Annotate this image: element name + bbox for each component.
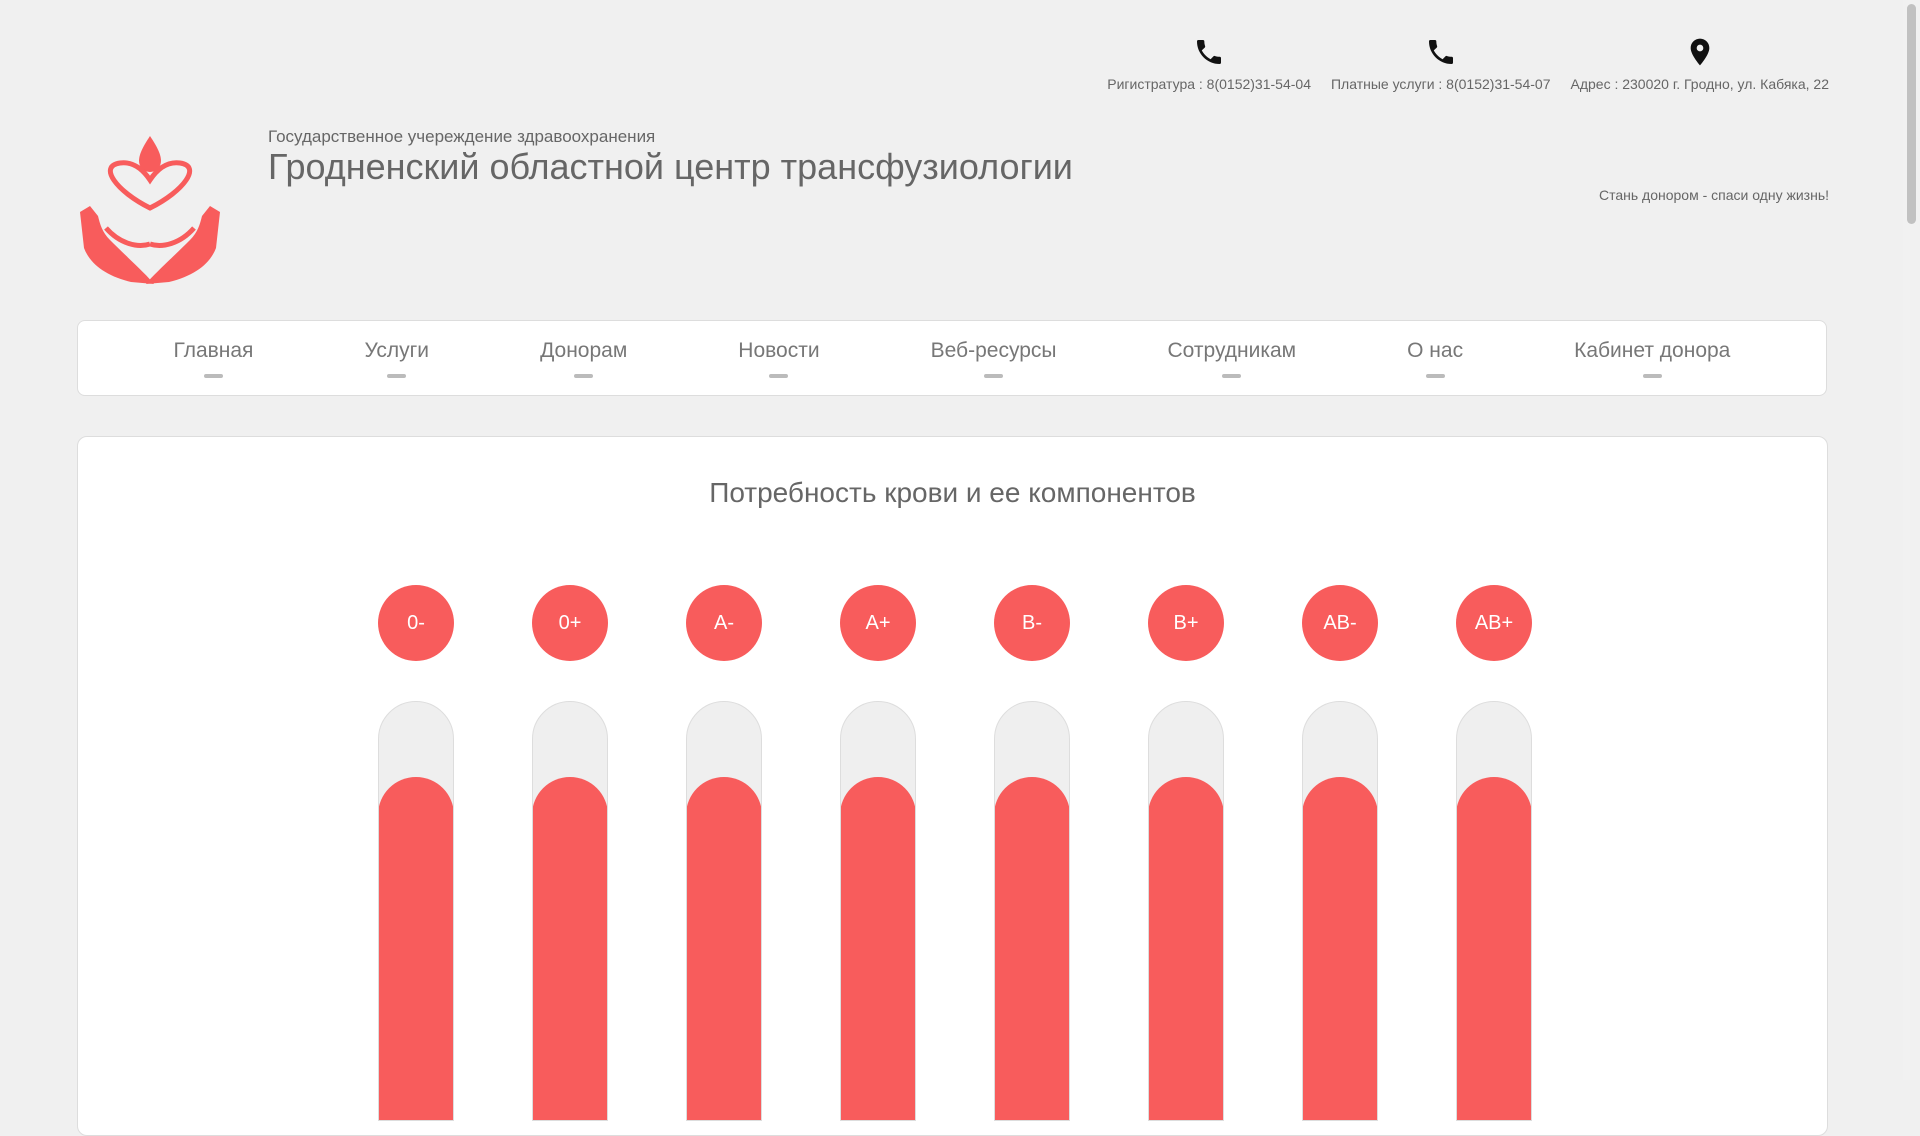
nav-item-label: Кабинет донора xyxy=(1574,338,1731,362)
contact-bar: Ригистратура : 8(0152)31-54-04 Платные у… xyxy=(1107,36,1829,92)
blood-need-title: Потребность крови и ее компонентов xyxy=(709,477,1196,508)
nav-item-label: Веб-ресурсы xyxy=(930,338,1057,362)
blood-level-tube xyxy=(532,701,608,1121)
nav-indicator xyxy=(574,373,594,378)
nav-item-label: О нас xyxy=(1407,338,1464,362)
nav-item-home[interactable]: Главная xyxy=(173,338,254,378)
nav-item-donor-cabinet[interactable]: Кабинет донора xyxy=(1574,339,1730,378)
main-nav: Главная Услуги Донорам Новости Веб-ресур… xyxy=(77,320,1827,396)
slogan: Стань донором - спаси одну жизнь! xyxy=(1598,187,1829,203)
nav-indicator xyxy=(387,373,407,378)
page-scrollbar[interactable] xyxy=(1903,0,1920,1080)
nav-indicator xyxy=(984,373,1004,378)
contact-text: Платные услуги : 8(0152)31-54-07 xyxy=(1330,76,1551,92)
nav-item-label: Главная xyxy=(173,338,254,362)
blood-level-fill xyxy=(1149,777,1223,1120)
blood-level-tube xyxy=(1302,701,1378,1121)
contact-registry[interactable]: Ригистратура : 8(0152)31-54-04 xyxy=(1107,36,1311,92)
nav-indicator xyxy=(1222,373,1242,378)
nav-indicator xyxy=(1642,373,1662,378)
blood-need-panel: Потребность крови и ее компонентов 0- 0+… xyxy=(77,436,1828,1136)
blood-level-tube xyxy=(840,701,916,1121)
blood-level-fill xyxy=(533,777,607,1120)
contact-paid-services[interactable]: Платные услуги : 8(0152)31-54-07 xyxy=(1330,36,1551,92)
blood-group-badge: AB+ xyxy=(1456,585,1532,661)
blood-group-badge: B- xyxy=(994,585,1070,661)
blood-level-tube xyxy=(378,701,454,1121)
blood-group-0-pos: 0+ xyxy=(532,585,608,1121)
nav-item-label: Новости xyxy=(738,338,820,362)
nav-item-label: Сотрудникам xyxy=(1167,338,1297,362)
nav-indicator xyxy=(1425,373,1445,378)
blood-group-b-pos: B+ xyxy=(1148,585,1224,1121)
blood-group-b-neg: B- xyxy=(994,585,1070,1121)
nav-indicator xyxy=(203,373,223,378)
logo[interactable] xyxy=(76,136,224,284)
blood-level-tube xyxy=(1456,701,1532,1121)
nav-item-services[interactable]: Услуги xyxy=(364,339,429,378)
location-pin-icon xyxy=(1690,38,1710,66)
phone-icon xyxy=(1428,40,1453,64)
nav-item-about[interactable]: О нас xyxy=(1407,339,1463,378)
contact-text: Ригистратура : 8(0152)31-54-04 xyxy=(1107,76,1311,92)
nav-item-web-resources[interactable]: Веб-ресурсы xyxy=(930,338,1057,378)
blood-level-fill xyxy=(1457,777,1531,1120)
blood-group-a-pos: A+ xyxy=(840,585,916,1121)
blood-group-ab-pos: AB+ xyxy=(1456,585,1532,1121)
blood-level-fill xyxy=(1303,777,1377,1120)
org-subtitle: Государственное учереждение здравоохране… xyxy=(268,127,656,146)
nav-item-staff[interactable]: Сотрудникам xyxy=(1167,338,1297,378)
blood-group-badge: 0+ xyxy=(532,585,608,661)
nav-item-label: Услуги xyxy=(364,338,430,362)
blood-level-fill xyxy=(995,777,1069,1120)
blood-level-fill xyxy=(687,777,761,1120)
blood-group-a-neg: A- xyxy=(686,585,762,1121)
nav-item-news[interactable]: Новости xyxy=(738,338,820,378)
blood-level-fill xyxy=(379,777,453,1120)
blood-group-badge: 0- xyxy=(378,585,454,661)
blood-level-tube xyxy=(686,701,762,1121)
blood-level-tube xyxy=(1148,701,1224,1121)
contact-address[interactable]: Адрес : 230020 г. Гродно, ул. Кабяка, 22 xyxy=(1570,36,1829,92)
nav-item-label: Донорам xyxy=(540,338,628,362)
contact-text: Адрес : 230020 г. Гродно, ул. Кабяка, 22 xyxy=(1570,76,1829,92)
blood-group-badge: A+ xyxy=(840,585,916,661)
blood-group-badge: AB- xyxy=(1302,585,1378,661)
nav-item-donors[interactable]: Донорам xyxy=(540,339,627,378)
blood-group-0-neg: 0- xyxy=(378,585,454,1121)
nav-indicator xyxy=(769,373,789,378)
phone-icon xyxy=(1197,40,1222,64)
blood-group-ab-neg: AB- xyxy=(1302,585,1378,1121)
blood-level-tube xyxy=(994,701,1070,1121)
blood-group-badge: B+ xyxy=(1148,585,1224,661)
scroll-thumb[interactable] xyxy=(1907,4,1916,224)
blood-group-list: 0- 0+ A- A+ B- B+ AB- AB+ xyxy=(378,585,1532,1121)
blood-level-fill xyxy=(841,777,915,1120)
blood-group-badge: A- xyxy=(686,585,762,661)
org-title: Гродненский областной центр трансфузиоло… xyxy=(268,146,1073,187)
